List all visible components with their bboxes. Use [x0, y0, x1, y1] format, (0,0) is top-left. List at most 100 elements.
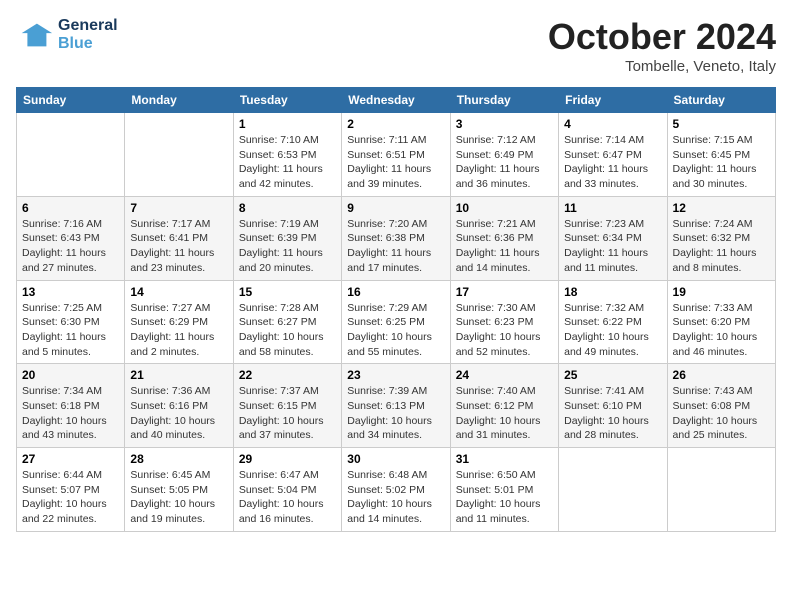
- day-number: 8: [239, 201, 336, 215]
- day-info: Sunrise: 6:47 AMSunset: 5:04 PMDaylight:…: [239, 468, 336, 527]
- table-row: 10Sunrise: 7:21 AMSunset: 6:36 PMDayligh…: [450, 196, 558, 280]
- day-info: Sunrise: 7:32 AMSunset: 6:22 PMDaylight:…: [564, 301, 661, 360]
- day-number: 21: [130, 368, 227, 382]
- table-row: 18Sunrise: 7:32 AMSunset: 6:22 PMDayligh…: [559, 280, 667, 364]
- table-row: 22 Sunrise: 7:37 AMSunset: 6:15 PMDayligh…: [233, 364, 341, 448]
- table-row: 27Sunrise: 6:44 AMSunset: 5:07 PMDayligh…: [17, 448, 125, 532]
- table-row: 5 Sunrise: 7:15 AMSunset: 6:45 PMDaylight…: [667, 113, 775, 197]
- table-row: 24 Sunrise: 7:40 AMSunset: 6:12 PMDayligh…: [450, 364, 558, 448]
- table-row: 3Sunrise: 7:12 AMSunset: 6:49 PMDaylight…: [450, 113, 558, 197]
- page-header: General Blue October 2024 Tombelle, Vene…: [16, 16, 776, 75]
- day-info: Sunrise: 7:14 AMSunset: 6:47 PMDaylight:…: [564, 133, 661, 192]
- day-number: 1: [239, 117, 336, 131]
- day-info: Sunrise: 7:25 AMSunset: 6:30 PMDaylight:…: [22, 301, 119, 360]
- day-info: Sunrise: 7:27 AMSunset: 6:29 PMDaylight:…: [130, 301, 227, 360]
- day-info: Sunrise: 7:23 AMSunset: 6:34 PMDaylight:…: [564, 217, 661, 276]
- table-row: 28Sunrise: 6:45 AMSunset: 5:05 PMDayligh…: [125, 448, 233, 532]
- col-sunday: Sunday: [17, 88, 125, 113]
- table-row: 19 Sunrise: 7:33 AMSunset: 6:20 PMDayligh…: [667, 280, 775, 364]
- day-info: Sunrise: 7:15 AMSunset: 6:45 PMDaylight:…: [673, 133, 770, 192]
- day-number: 31: [456, 452, 553, 466]
- table-row: 16 Sunrise: 7:29 AMSunset: 6:25 PMDayligh…: [342, 280, 450, 364]
- table-row: [17, 113, 125, 197]
- logo-text: General Blue: [58, 17, 118, 52]
- table-row: [667, 448, 775, 532]
- day-info: Sunrise: 7:40 AMSunset: 6:12 PMDaylight:…: [456, 384, 553, 443]
- title-area: October 2024 Tombelle, Veneto, Italy: [548, 16, 776, 75]
- table-row: 1 Sunrise: 7:10 AMSunset: 6:53 PMDaylight…: [233, 113, 341, 197]
- day-info: Sunrise: 6:48 AMSunset: 5:02 PMDaylight:…: [347, 468, 444, 527]
- table-row: 15Sunrise: 7:28 AMSunset: 6:27 PMDayligh…: [233, 280, 341, 364]
- day-number: 20: [22, 368, 119, 382]
- day-number: 24: [456, 368, 553, 382]
- table-row: 9 Sunrise: 7:20 AMSunset: 6:38 PMDaylight…: [342, 196, 450, 280]
- table-row: 31 Sunrise: 6:50 AMSunset: 5:01 PMDayligh…: [450, 448, 558, 532]
- location-title: Tombelle, Veneto, Italy: [548, 58, 776, 75]
- day-number: 11: [564, 201, 661, 215]
- day-info: Sunrise: 6:50 AMSunset: 5:01 PMDaylight:…: [456, 468, 553, 527]
- day-number: 27: [22, 452, 119, 466]
- table-row: 12 Sunrise: 7:24 AMSunset: 6:32 PMDayligh…: [667, 196, 775, 280]
- day-info: Sunrise: 7:39 AMSunset: 6:13 PMDaylight:…: [347, 384, 444, 443]
- day-info: Sunrise: 7:19 AMSunset: 6:39 PMDaylight:…: [239, 217, 336, 276]
- day-number: 22: [239, 368, 336, 382]
- table-row: 23 Sunrise: 7:39 AMSunset: 6:13 PMDayligh…: [342, 364, 450, 448]
- day-number: 17: [456, 285, 553, 299]
- calendar-week-row: 20 Sunrise: 7:34 AMSunset: 6:18 PMDayligh…: [17, 364, 776, 448]
- day-info: Sunrise: 7:43 AMSunset: 6:08 PMDaylight:…: [673, 384, 770, 443]
- day-number: 23: [347, 368, 444, 382]
- table-row: 26Sunrise: 7:43 AMSunset: 6:08 PMDayligh…: [667, 364, 775, 448]
- table-row: 7 Sunrise: 7:17 AMSunset: 6:41 PMDaylight…: [125, 196, 233, 280]
- day-number: 5: [673, 117, 770, 131]
- table-row: 25 Sunrise: 7:41 AMSunset: 6:10 PMDayligh…: [559, 364, 667, 448]
- table-row: [559, 448, 667, 532]
- table-row: 2 Sunrise: 7:11 AMSunset: 6:51 PMDaylight…: [342, 113, 450, 197]
- day-number: 3: [456, 117, 553, 131]
- day-number: 15: [239, 285, 336, 299]
- day-number: 16: [347, 285, 444, 299]
- day-info: Sunrise: 7:10 AMSunset: 6:53 PMDaylight:…: [239, 133, 336, 192]
- table-row: 13Sunrise: 7:25 AMSunset: 6:30 PMDayligh…: [17, 280, 125, 364]
- table-row: 30 Sunrise: 6:48 AMSunset: 5:02 PMDayligh…: [342, 448, 450, 532]
- day-info: Sunrise: 7:30 AMSunset: 6:23 PMDaylight:…: [456, 301, 553, 360]
- day-info: Sunrise: 7:24 AMSunset: 6:32 PMDaylight:…: [673, 217, 770, 276]
- col-friday: Friday: [559, 88, 667, 113]
- day-info: Sunrise: 7:16 AMSunset: 6:43 PMDaylight:…: [22, 217, 119, 276]
- logo-general: General: [58, 17, 118, 35]
- table-row: 29 Sunrise: 6:47 AMSunset: 5:04 PMDayligh…: [233, 448, 341, 532]
- day-number: 19: [673, 285, 770, 299]
- day-info: Sunrise: 7:17 AMSunset: 6:41 PMDaylight:…: [130, 217, 227, 276]
- table-row: 20 Sunrise: 7:34 AMSunset: 6:18 PMDayligh…: [17, 364, 125, 448]
- col-thursday: Thursday: [450, 88, 558, 113]
- day-number: 9: [347, 201, 444, 215]
- day-info: Sunrise: 7:33 AMSunset: 6:20 PMDaylight:…: [673, 301, 770, 360]
- logo-blue: Blue: [58, 35, 118, 53]
- col-wednesday: Wednesday: [342, 88, 450, 113]
- day-info: Sunrise: 7:21 AMSunset: 6:36 PMDaylight:…: [456, 217, 553, 276]
- day-number: 12: [673, 201, 770, 215]
- logo: General Blue: [16, 16, 118, 54]
- day-info: Sunrise: 7:41 AMSunset: 6:10 PMDaylight:…: [564, 384, 661, 443]
- day-number: 2: [347, 117, 444, 131]
- calendar-week-row: 1 Sunrise: 7:10 AMSunset: 6:53 PMDaylight…: [17, 113, 776, 197]
- day-info: Sunrise: 7:11 AMSunset: 6:51 PMDaylight:…: [347, 133, 444, 192]
- day-info: Sunrise: 7:34 AMSunset: 6:18 PMDaylight:…: [22, 384, 119, 443]
- day-number: 25: [564, 368, 661, 382]
- day-number: 6: [22, 201, 119, 215]
- day-number: 28: [130, 452, 227, 466]
- day-info: Sunrise: 7:37 AMSunset: 6:15 PMDaylight:…: [239, 384, 336, 443]
- table-row: 8 Sunrise: 7:19 AMSunset: 6:39 PMDaylight…: [233, 196, 341, 280]
- calendar-week-row: 13Sunrise: 7:25 AMSunset: 6:30 PMDayligh…: [17, 280, 776, 364]
- table-row: 4 Sunrise: 7:14 AMSunset: 6:47 PMDaylight…: [559, 113, 667, 197]
- day-number: 14: [130, 285, 227, 299]
- day-number: 29: [239, 452, 336, 466]
- month-title: October 2024: [548, 16, 776, 58]
- day-info: Sunrise: 7:29 AMSunset: 6:25 PMDaylight:…: [347, 301, 444, 360]
- day-number: 7: [130, 201, 227, 215]
- table-row: 14 Sunrise: 7:27 AMSunset: 6:29 PMDayligh…: [125, 280, 233, 364]
- day-number: 4: [564, 117, 661, 131]
- day-info: Sunrise: 7:20 AMSunset: 6:38 PMDaylight:…: [347, 217, 444, 276]
- table-row: 17 Sunrise: 7:30 AMSunset: 6:23 PMDayligh…: [450, 280, 558, 364]
- day-number: 30: [347, 452, 444, 466]
- table-row: 11 Sunrise: 7:23 AMSunset: 6:34 PMDayligh…: [559, 196, 667, 280]
